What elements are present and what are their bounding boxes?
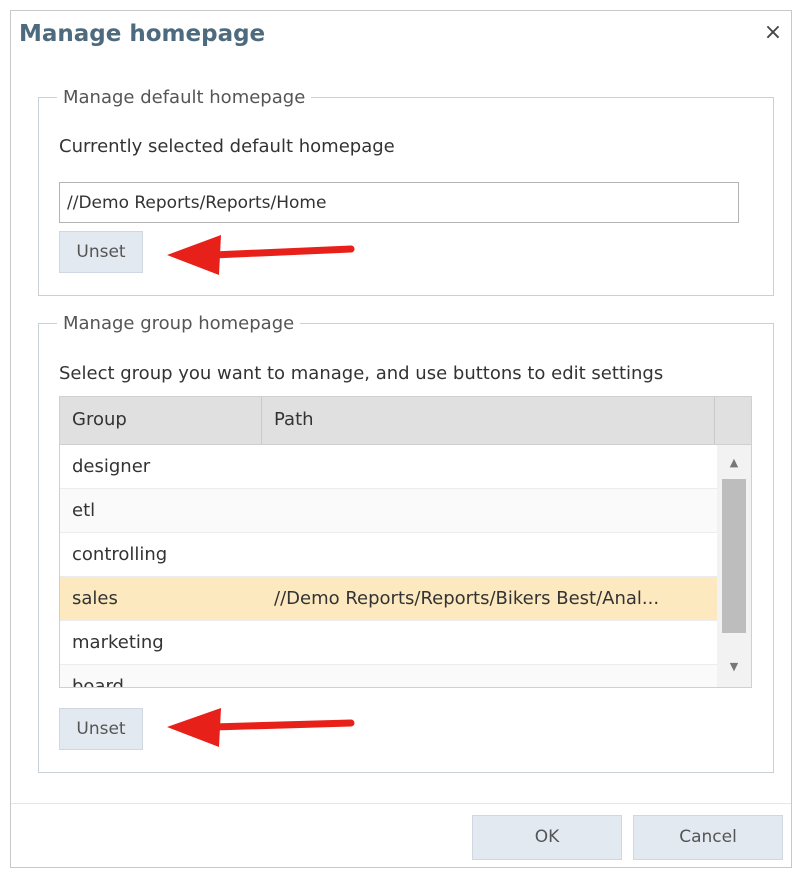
default-homepage-legend: Manage default homepage: [63, 87, 306, 108]
red-arrow-icon: [167, 708, 355, 747]
unset-default-button[interactable]: Unset: [59, 231, 143, 273]
cell-group: etl: [72, 500, 96, 521]
scrollbar-thumb[interactable]: [722, 479, 746, 633]
cancel-button[interactable]: Cancel: [633, 815, 783, 860]
grid-header: Group Path: [60, 397, 751, 445]
group-grid: Group Path designer etl controlling sale…: [59, 396, 752, 688]
cell-path: [262, 445, 717, 488]
cell-path: [262, 621, 717, 664]
unset-group-button[interactable]: Unset: [59, 708, 143, 750]
dialog-title: Manage homepage: [19, 21, 266, 47]
table-row-selected[interactable]: sales //Demo Reports/Reports/Bikers Best…: [60, 577, 717, 621]
grid-scrollbar[interactable]: ▲ ▼: [717, 445, 751, 687]
table-row[interactable]: etl: [60, 489, 717, 533]
cell-group: marketing: [72, 632, 164, 653]
footer-divider: [11, 803, 791, 804]
group-homepage-legend: Manage group homepage: [63, 313, 295, 334]
table-row[interactable]: designer: [60, 445, 717, 489]
table-row[interactable]: marketing: [60, 621, 717, 665]
current-default-label: Currently selected default homepage: [59, 136, 395, 157]
cell-path: //Demo Reports/Reports/Bikers Best/Anal.…: [274, 588, 660, 609]
column-header-path[interactable]: Path: [262, 397, 715, 444]
cell-path: [262, 489, 717, 532]
column-header-group[interactable]: Group: [60, 397, 262, 444]
close-icon[interactable]: ×: [759, 19, 787, 47]
cell-path: [262, 533, 717, 576]
group-instruction-label: Select group you want to manage, and use…: [59, 363, 664, 384]
red-arrow-icon: [167, 235, 355, 275]
manage-homepage-dialog: Manage homepage × Manage default homepag…: [10, 10, 792, 868]
column-header-spacer: [715, 397, 751, 444]
table-row[interactable]: board: [60, 665, 717, 688]
cell-group: controlling: [72, 544, 168, 565]
default-homepage-input[interactable]: [59, 182, 739, 223]
scroll-down-icon[interactable]: ▼: [717, 655, 751, 679]
table-row[interactable]: controlling: [60, 533, 717, 577]
ok-button[interactable]: OK: [472, 815, 622, 860]
cell-path: [262, 665, 717, 687]
cell-group: designer: [72, 456, 151, 477]
grid-rows: designer etl controlling sales //Demo Re…: [60, 445, 717, 688]
scroll-up-icon[interactable]: ▲: [717, 451, 751, 475]
cell-group: sales: [72, 588, 118, 609]
cell-group: board: [72, 676, 124, 688]
